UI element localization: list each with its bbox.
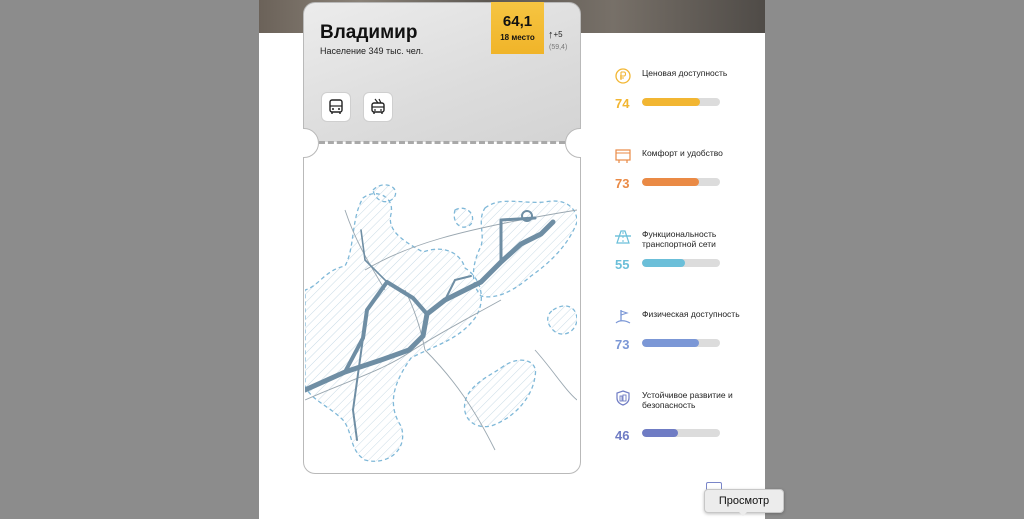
trolleybus-icon[interactable] bbox=[363, 92, 393, 122]
metric-bar bbox=[642, 339, 720, 347]
metric-bar-fill bbox=[642, 259, 685, 267]
rank-delta: ↑+5 bbox=[548, 29, 563, 41]
route-map bbox=[305, 184, 577, 462]
metric-label: Комфорт и удобство bbox=[642, 148, 723, 158]
metric-value: 73 bbox=[615, 337, 630, 352]
metric-bar bbox=[642, 259, 720, 267]
city-name: Владимир bbox=[320, 22, 418, 43]
metric-value: 46 bbox=[615, 428, 630, 443]
coverage-zones bbox=[305, 184, 577, 462]
score-rank: 18 место bbox=[500, 33, 535, 42]
metric-bar-fill bbox=[642, 98, 700, 106]
previous-score: (59,4) bbox=[549, 44, 568, 51]
score-value: 64,1 bbox=[502, 13, 533, 30]
tooltip-tail bbox=[737, 510, 749, 516]
metric-label: Функциональность транспортной сети bbox=[642, 229, 717, 249]
metric-bar bbox=[642, 429, 720, 437]
metric-label: Устойчивое развитие и безопасность bbox=[642, 390, 733, 410]
bus-stop-icon bbox=[615, 149, 631, 163]
score-badge: 64,1 18 место bbox=[491, 2, 544, 54]
metric-label: Физическая доступность bbox=[642, 309, 740, 319]
bus-icon[interactable] bbox=[321, 92, 351, 122]
shield-icon bbox=[616, 390, 630, 406]
metric-bar-fill bbox=[642, 178, 699, 186]
metric-label: Ценовая доступность bbox=[642, 68, 728, 78]
metric-bar-fill bbox=[642, 339, 699, 347]
road-network-icon bbox=[615, 230, 631, 244]
ticket-perforation bbox=[319, 141, 565, 144]
metric-value: 73 bbox=[615, 176, 630, 191]
metric-bar bbox=[642, 98, 720, 106]
metric-value: 74 bbox=[615, 96, 630, 111]
metric-bar bbox=[642, 178, 720, 186]
rank-delta-value: +5 bbox=[553, 30, 563, 39]
city-card-panel: Владимир Население 349 тыс. чел. 64,1 18… bbox=[259, 0, 765, 519]
ruble-coin-icon bbox=[615, 68, 631, 84]
metric-value: 55 bbox=[615, 257, 630, 272]
city-population: Население 349 тыс. чел. bbox=[320, 46, 424, 56]
metric-bar-fill bbox=[642, 429, 678, 437]
accessibility-icon bbox=[615, 310, 631, 324]
